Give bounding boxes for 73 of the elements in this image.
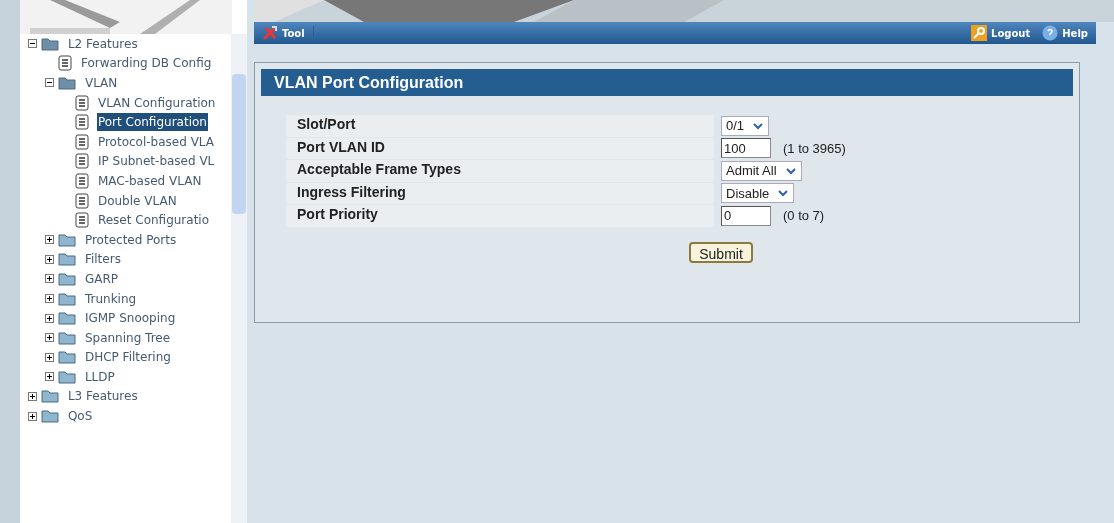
dropdown[interactable]: Admit All	[721, 160, 802, 181]
expand-icon[interactable]	[44, 313, 54, 323]
document-icon	[74, 114, 89, 131]
range-hint: (0 to 7)	[783, 207, 825, 225]
expand-icon[interactable]	[44, 352, 54, 362]
folder-icon	[57, 311, 76, 326]
help-button[interactable]: Help	[1062, 25, 1088, 41]
folder-icon	[57, 252, 76, 267]
tree-item[interactable]: IGMP Snooping	[83, 309, 177, 328]
document-icon	[74, 212, 89, 229]
document-icon	[74, 133, 89, 150]
tree-item[interactable]: L2 Features	[66, 34, 139, 53]
tool-button[interactable]: Tool	[282, 25, 314, 41]
tree-item[interactable]: VLAN Configuration	[96, 93, 217, 112]
input-field[interactable]: 0	[721, 205, 771, 226]
tree-item[interactable]: LLDP	[83, 367, 116, 386]
tree-item[interactable]: Double VLAN	[96, 191, 178, 210]
collapse-icon[interactable]	[27, 39, 37, 49]
tree-item[interactable]: Protocol-based VLA	[96, 132, 216, 151]
tree-item[interactable]: Reset Configuratio	[96, 211, 211, 230]
tree-item[interactable]: Trunking	[83, 289, 138, 308]
logout-button[interactable]: Logout	[991, 25, 1031, 41]
folder-icon	[57, 271, 76, 286]
expand-icon[interactable]	[27, 411, 37, 421]
field-label: Port VLAN ID	[286, 137, 714, 159]
expand-icon[interactable]	[44, 274, 54, 284]
document-icon	[74, 94, 89, 111]
dropdown[interactable]: Disable	[721, 183, 795, 204]
field-label: Slot/Port	[286, 115, 714, 137]
tree-item[interactable]: Protected Ports	[83, 230, 178, 249]
expand-icon[interactable]	[44, 372, 54, 382]
tree-item[interactable]: Port Configuration	[96, 113, 208, 132]
scrollbar[interactable]	[231, 34, 247, 523]
tree-item[interactable]: MAC-based VLAN	[96, 171, 203, 190]
expand-icon[interactable]	[44, 254, 54, 264]
open-folder-icon	[57, 76, 76, 90]
tree-item[interactable]: Filters	[83, 250, 122, 269]
collapse-icon[interactable]	[44, 78, 54, 88]
folder-icon	[57, 350, 76, 365]
expand-icon[interactable]	[44, 235, 54, 245]
folder-icon	[57, 291, 76, 306]
input-field[interactable]: 100	[721, 138, 771, 159]
help-icon	[1042, 25, 1059, 41]
folder-icon	[40, 409, 59, 424]
field-label: Port Priority	[286, 205, 714, 227]
submit-button[interactable]: Submit	[689, 241, 753, 263]
document-icon	[74, 153, 89, 170]
dropdown[interactable]: 0/1	[721, 115, 770, 136]
tree-item[interactable]: IP Subnet-based VL	[96, 152, 216, 171]
tools-icon	[262, 25, 278, 41]
open-folder-icon	[40, 36, 59, 51]
tree-item[interactable]: L3 Features	[66, 387, 139, 406]
folder-icon	[57, 330, 76, 345]
tree-item[interactable]: Forwarding DB Config	[79, 54, 213, 73]
range-hint: (1 to 3965)	[783, 139, 846, 158]
document-icon	[74, 192, 89, 209]
key-icon	[971, 25, 988, 41]
tree-item[interactable]: DHCP Filtering	[83, 348, 172, 367]
tree-item[interactable]: QoS	[66, 407, 94, 426]
folder-icon	[57, 232, 76, 247]
folder-icon	[57, 369, 76, 384]
expand-icon[interactable]	[44, 333, 54, 343]
panel-title: VLAN Port Configuration	[261, 69, 1073, 96]
folder-icon	[40, 389, 59, 404]
document-icon	[57, 55, 72, 72]
document-icon	[74, 172, 89, 189]
expand-icon[interactable]	[27, 392, 37, 401]
tree-item[interactable]: Spanning Tree	[83, 328, 172, 347]
expand-icon[interactable]	[44, 294, 54, 303]
field-label: Acceptable Frame Types	[286, 160, 714, 182]
field-label: Ingress Filtering	[286, 182, 714, 204]
tree-item[interactable]: GARP	[83, 269, 119, 288]
tree-item[interactable]: VLAN	[83, 74, 119, 92]
